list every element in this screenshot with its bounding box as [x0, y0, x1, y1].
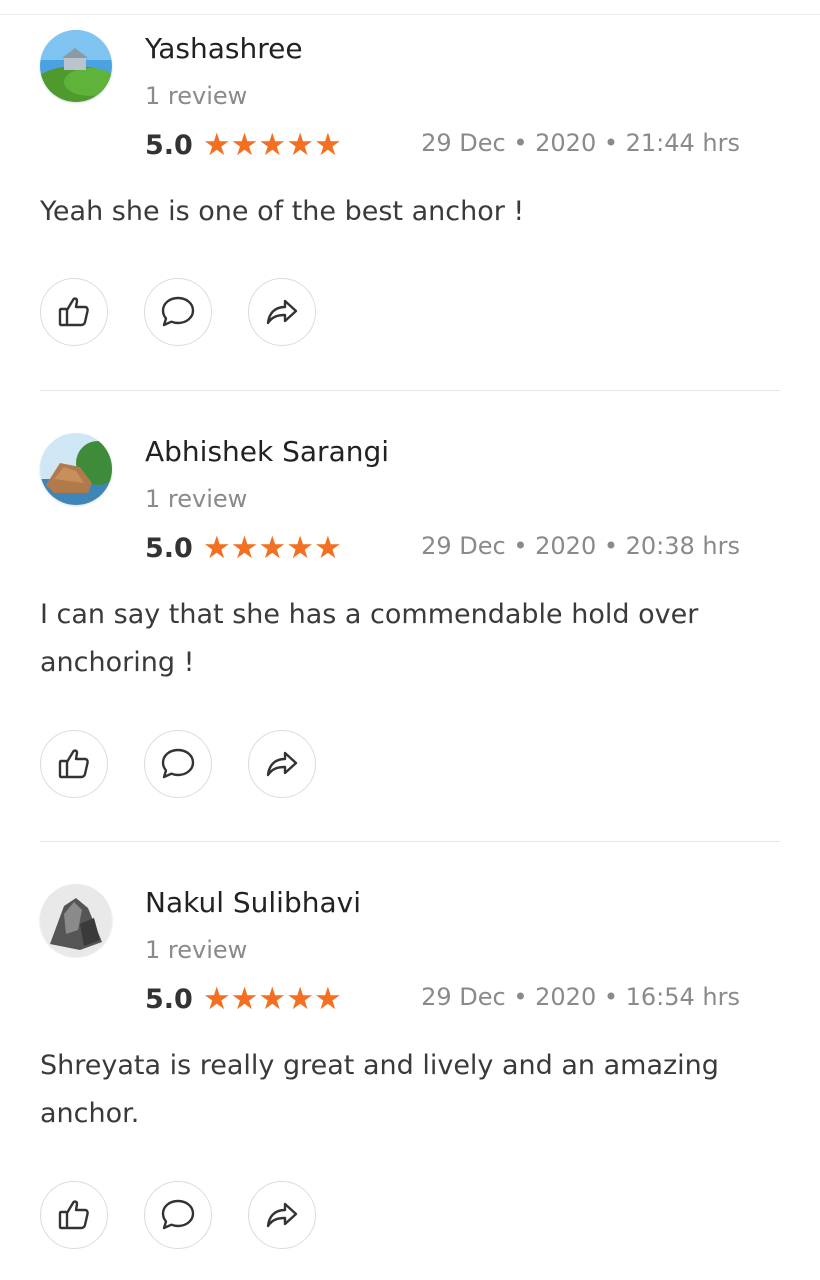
avatar[interactable] [40, 30, 112, 102]
like-icon [58, 297, 89, 327]
like-button[interactable] [40, 278, 108, 346]
share-button[interactable] [248, 278, 316, 346]
star-rating: ★★★★★ [202, 529, 342, 566]
review-date: 29 Dec • 2020 • 21:44 hrs [421, 129, 740, 157]
comment-icon [161, 1199, 195, 1230]
like-button[interactable] [40, 730, 108, 798]
review-actions [40, 278, 352, 346]
comment-icon [161, 748, 195, 779]
review-date: 29 Dec • 2020 • 16:54 hrs [421, 983, 740, 1011]
comment-button[interactable] [144, 1181, 212, 1249]
like-button[interactable] [40, 1181, 108, 1249]
review-divider [40, 390, 780, 391]
rating-row: 5.0 ★★★★★ [145, 127, 343, 163]
like-icon [58, 749, 89, 779]
star-rating: ★★★★★ [202, 980, 342, 1017]
like-icon [58, 1200, 89, 1230]
share-icon [266, 1202, 298, 1228]
reviewer-name[interactable]: Nakul Sulibhavi [145, 886, 361, 919]
rating-row: 5.0 ★★★★★ [145, 981, 343, 1017]
reviewer-name[interactable]: Yashashree [145, 32, 303, 65]
review-actions [40, 730, 352, 798]
review-text: Yeah she is one of the best anchor ! [40, 196, 525, 227]
review-count: 1 review [145, 82, 248, 110]
share-button[interactable] [248, 730, 316, 798]
rating-score: 5.0 [145, 983, 193, 1015]
review-text: I can say that she has a commendable hol… [40, 599, 699, 678]
comment-button[interactable] [144, 278, 212, 346]
share-icon [266, 751, 298, 777]
review-date: 29 Dec • 2020 • 20:38 hrs [421, 532, 740, 560]
top-divider [0, 14, 820, 15]
comment-button[interactable] [144, 730, 212, 798]
reviewer-name[interactable]: Abhishek Sarangi [145, 435, 389, 468]
avatar[interactable] [40, 884, 112, 956]
rating-row: 5.0 ★★★★★ [145, 530, 343, 566]
review-count: 1 review [145, 485, 248, 513]
share-icon [266, 299, 298, 325]
comment-icon [161, 296, 195, 327]
review-actions [40, 1181, 352, 1249]
review-text: Shreyata is really great and lively and … [40, 1050, 719, 1129]
star-rating: ★★★★★ [202, 126, 342, 163]
rating-score: 5.0 [145, 129, 193, 161]
review-divider [40, 841, 780, 842]
avatar[interactable] [40, 433, 112, 505]
rating-score: 5.0 [145, 532, 193, 564]
review-count: 1 review [145, 936, 248, 964]
share-button[interactable] [248, 1181, 316, 1249]
